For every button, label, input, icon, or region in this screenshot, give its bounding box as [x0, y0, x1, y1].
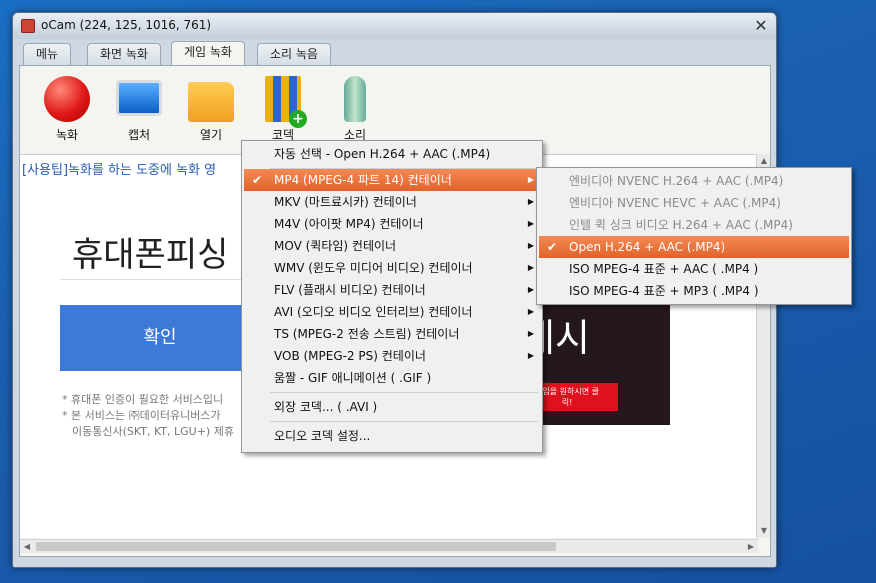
menu-item-label: M4V (아이팟 MP4) 컨테이너 — [274, 217, 424, 231]
menu-item-label: MKV (마트료시카) 컨테이너 — [274, 195, 417, 209]
capture-label: 캡처 — [127, 128, 151, 142]
menu-item-label: 자동 선택 - Open H.264 + AAC (.MP4) — [274, 147, 491, 161]
submenu-arrow-icon: ▶ — [527, 329, 534, 338]
record-label: 녹화 — [55, 128, 79, 142]
menu-item-wmv[interactable]: WMV (윈도우 미디어 비디오) 컨테이너 ▶ — [244, 257, 540, 279]
menu-item-ts[interactable]: TS (MPEG-2 전송 스트림) 컨테이너 ▶ — [244, 323, 540, 345]
menu-item-label: Open H.264 + AAC (.MP4) — [569, 240, 726, 254]
menu-item-label: AVI (오디오 비디오 인터리브) 컨테이너 — [274, 305, 473, 319]
menu-item-label: TS (MPEG-2 전송 스트림) 컨테이너 — [274, 327, 460, 341]
submenu-arrow-icon: ▶ — [527, 307, 534, 316]
menu-item-mov[interactable]: MOV (퀵타임) 컨테이너 ▶ — [244, 235, 540, 257]
menu-item-label: FLV (플래시 비디오) 컨테이너 — [274, 283, 426, 297]
page-heading: 휴대폰피싱 — [72, 235, 229, 275]
submenu-arrow-icon: ▶ — [527, 263, 534, 272]
check-icon: ✔ — [547, 240, 558, 254]
confirm-button[interactable]: 확인 — [60, 305, 260, 371]
folder-icon — [188, 82, 234, 122]
submenu-arrow-icon: ▶ — [527, 175, 534, 184]
codec-button[interactable]: + 코덱 — [248, 76, 318, 143]
menu-item-label: MOV (퀵타임) 컨테이너 — [274, 239, 397, 253]
submenu-item-nvenc-h264: 엔비디아 NVENC H.264 + AAC (.MP4) — [539, 170, 849, 192]
menu-item-flv[interactable]: FLV (플래시 비디오) 컨테이너 ▶ — [244, 279, 540, 301]
horizontal-scroll-thumb[interactable] — [36, 542, 556, 551]
menu-item-label: WMV (윈도우 미디어 비디오) 컨테이너 — [274, 261, 473, 275]
menu-item-audio-codec-settings[interactable]: 오디오 코덱 설정... — [244, 425, 540, 447]
notice-line-2: * 본 서비스는 ㈜데이터유니버스가 — [62, 409, 221, 422]
scroll-left-icon[interactable]: ◀ — [20, 540, 34, 554]
notice-line-3: 이동통신사(SKT, KT, LGU+) 제휴 — [72, 425, 234, 438]
menu-item-label: 오디오 코덱 설정... — [274, 429, 371, 443]
submenu-arrow-icon: ▶ — [527, 219, 534, 228]
close-button[interactable]: ✕ — [752, 17, 770, 35]
menu-item-label: 엔비디아 NVENC H.264 + AAC (.MP4) — [569, 174, 784, 188]
mp4-submenu: 엔비디아 NVENC H.264 + AAC (.MP4) 엔비디아 NVENC… — [536, 167, 852, 305]
film-plus-icon: + — [265, 76, 307, 128]
menu-item-vob[interactable]: VOB (MPEG-2 PS) 컨테이너 ▶ — [244, 345, 540, 367]
tab-game-record[interactable]: 게임 녹화 — [171, 41, 245, 66]
notice-line-1: * 휴대폰 인증이 필요한 서비스입니 — [62, 393, 224, 406]
monitor-icon — [116, 80, 162, 116]
menu-item-label: 움짤 - GIF 애니메이션 ( .GIF ) — [274, 371, 432, 385]
submenu-arrow-icon: ▶ — [527, 351, 534, 360]
tab-screen-record[interactable]: 화면 녹화 — [87, 43, 161, 65]
scroll-down-icon[interactable]: ▼ — [757, 524, 771, 538]
sound-button[interactable]: 소리 — [320, 76, 390, 143]
menu-item-auto-select[interactable]: 자동 선택 - Open H.264 + AAC (.MP4) — [244, 143, 540, 165]
usage-tip[interactable]: [사용팁]녹화를 하는 도중에 녹화 영 — [22, 159, 216, 178]
capture-button[interactable]: 캡처 — [104, 76, 174, 143]
submenu-arrow-icon: ▶ — [527, 197, 534, 206]
codec-menu: 자동 선택 - Open H.264 + AAC (.MP4) ✔ MP4 (M… — [241, 140, 543, 453]
check-icon: ✔ — [252, 173, 263, 187]
title-bar[interactable]: oCam (224, 125, 1016, 761) ✕ — [13, 13, 776, 39]
menu-item-label: MP4 (MPEG-4 파트 14) 컨테이너 — [274, 173, 452, 187]
menu-separator — [270, 392, 538, 393]
menu-item-label: VOB (MPEG-2 PS) 컨테이너 — [274, 349, 426, 363]
menu-item-external-codec[interactable]: 외장 코덱... ( .AVI ) — [244, 396, 540, 418]
menu-item-label: 엔비디아 NVENC HEVC + AAC (.MP4) — [569, 196, 781, 210]
submenu-arrow-icon: ▶ — [527, 285, 534, 294]
menu-item-gif[interactable]: 움짤 - GIF 애니메이션 ( .GIF ) — [244, 367, 540, 389]
menu-item-label: ISO MPEG-4 표준 + MP3 ( .MP4 ) — [569, 284, 759, 298]
submenu-item-quicksync-h264: 인텔 퀵 싱크 비디오 H.264 + AAC (.MP4) — [539, 214, 849, 236]
menu-item-avi[interactable]: AVI (오디오 비디오 인터리브) 컨테이너 ▶ — [244, 301, 540, 323]
ocam-app-icon — [21, 19, 35, 33]
divider — [60, 279, 260, 280]
submenu-arrow-icon: ▶ — [527, 241, 534, 250]
tab-menu[interactable]: 메뉴 — [23, 43, 72, 65]
window-title: oCam (224, 125, 1016, 761) — [41, 18, 212, 32]
menu-item-label: 외장 코덱... ( .AVI ) — [274, 400, 378, 414]
submenu-item-iso-mp3[interactable]: ISO MPEG-4 표준 + MP3 ( .MP4 ) — [539, 280, 849, 302]
menu-separator — [270, 421, 538, 422]
tab-sound-record[interactable]: 소리 녹음 — [257, 43, 331, 65]
scroll-right-icon[interactable]: ▶ — [744, 540, 758, 554]
menu-item-label: ISO MPEG-4 표준 + AAC ( .MP4 ) — [569, 262, 759, 276]
menu-item-label: 인텔 퀵 싱크 비디오 H.264 + AAC (.MP4) — [569, 218, 793, 232]
open-label: 열기 — [199, 128, 223, 142]
submenu-item-open-h264[interactable]: ✔ Open H.264 + AAC (.MP4) — [539, 236, 849, 258]
submenu-item-nvenc-hevc: 엔비디아 NVENC HEVC + AAC (.MP4) — [539, 192, 849, 214]
tab-bar: 메뉴 화면 녹화 게임 녹화 소리 녹음 — [19, 41, 767, 66]
record-button[interactable]: 녹화 — [32, 76, 102, 143]
submenu-item-iso-aac[interactable]: ISO MPEG-4 표준 + AAC ( .MP4 ) — [539, 258, 849, 280]
horizontal-scrollbar[interactable]: ◀ ▶ — [20, 539, 758, 553]
menu-item-mkv[interactable]: MKV (마트료시카) 컨테이너 ▶ — [244, 191, 540, 213]
scroll-up-icon[interactable]: ▲ — [757, 154, 771, 168]
open-button[interactable]: 열기 — [176, 76, 246, 143]
record-icon — [44, 76, 90, 122]
microphone-icon — [344, 76, 366, 122]
menu-item-m4v[interactable]: M4V (아이팟 MP4) 컨테이너 ▶ — [244, 213, 540, 235]
plus-icon: + — [289, 110, 307, 128]
menu-item-mp4[interactable]: ✔ MP4 (MPEG-4 파트 14) 컨테이너 ▶ — [244, 169, 540, 191]
